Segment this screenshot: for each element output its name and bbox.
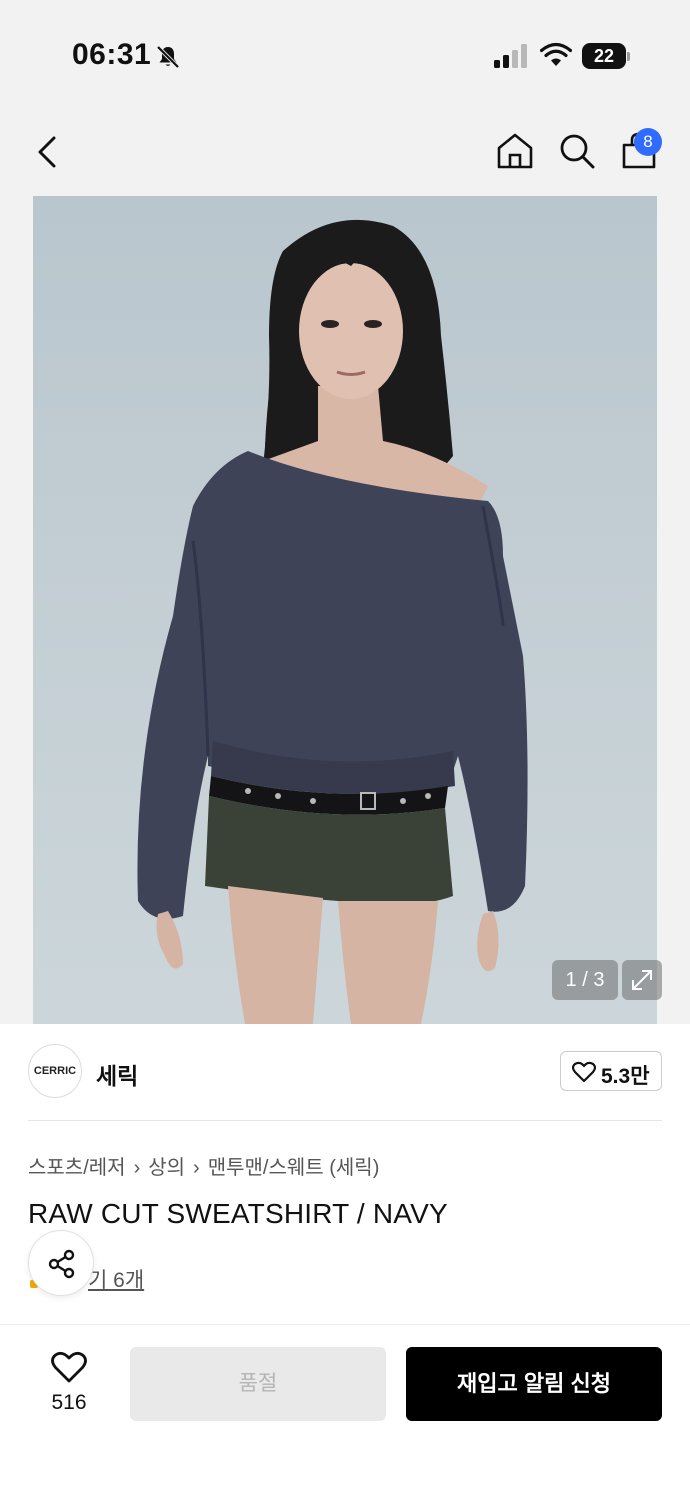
chevron-right-icon: › bbox=[133, 1157, 141, 1179]
product-image[interactable] bbox=[33, 196, 657, 1024]
brand-name[interactable]: 세릭 bbox=[96, 1057, 138, 1091]
wishlist-button[interactable]: 516 bbox=[38, 1349, 100, 1421]
breadcrumb-item[interactable]: 맨투맨/스웨트 (세릭) bbox=[208, 1157, 380, 1179]
home-icon[interactable] bbox=[494, 130, 536, 172]
cart-count-badge: 8 bbox=[634, 128, 662, 156]
product-photo-illustration bbox=[137, 219, 528, 1024]
brand-logo[interactable]: CERRIC bbox=[28, 1044, 82, 1098]
breadcrumb: 스포츠/레저 › 상의 › 맨투맨/스웨트 (세릭) bbox=[28, 1151, 379, 1180]
top-nav-bar bbox=[0, 110, 690, 196]
wifi-icon bbox=[540, 42, 572, 66]
heart-icon bbox=[51, 1351, 87, 1383]
wishlist-count: 516 bbox=[51, 1391, 87, 1414]
restock-alert-button[interactable]: 재입고 알림 신청 bbox=[406, 1347, 662, 1421]
breadcrumb-item[interactable]: 상의 bbox=[148, 1157, 185, 1179]
brand-like-count: 5.3만 bbox=[601, 1065, 650, 1088]
expand-icon bbox=[632, 970, 652, 990]
heart-icon bbox=[572, 1061, 596, 1083]
breadcrumb-item[interactable]: 스포츠/레저 bbox=[28, 1157, 126, 1179]
search-icon[interactable] bbox=[556, 130, 598, 172]
back-icon[interactable] bbox=[30, 132, 66, 172]
sold-out-button: 품절 bbox=[130, 1347, 386, 1421]
battery-level: 22 bbox=[582, 43, 626, 69]
status-time: 06:31 bbox=[72, 38, 152, 71]
product-info-panel: CERRIC 세릭 5.3만 스포츠/레저 › 상의 › 맨투맨/스웨트 (세릭) RA… bbox=[0, 1024, 690, 1324]
brand-like-button[interactable]: 5.3만 bbox=[560, 1051, 662, 1091]
signal-icon bbox=[494, 44, 527, 68]
share-icon bbox=[48, 1249, 75, 1279]
battery-icon: 22 bbox=[582, 43, 630, 69]
status-bar: 06:31 22 bbox=[0, 0, 690, 110]
image-counter: 1 / 3 bbox=[552, 960, 618, 1000]
bell-muted-icon bbox=[156, 45, 180, 69]
bottom-action-bar: 516 품절 재입고 알림 신청 bbox=[0, 1324, 690, 1500]
share-button[interactable] bbox=[28, 1230, 94, 1296]
chevron-right-icon: › bbox=[193, 1157, 200, 1179]
review-link-text: 기 6개 bbox=[88, 1269, 145, 1292]
divider bbox=[28, 1120, 662, 1121]
expand-button[interactable] bbox=[622, 960, 662, 1000]
battery-tip bbox=[627, 52, 630, 61]
product-title: RAW CUT SWEATSHIRT / NAVY bbox=[28, 1198, 448, 1229]
